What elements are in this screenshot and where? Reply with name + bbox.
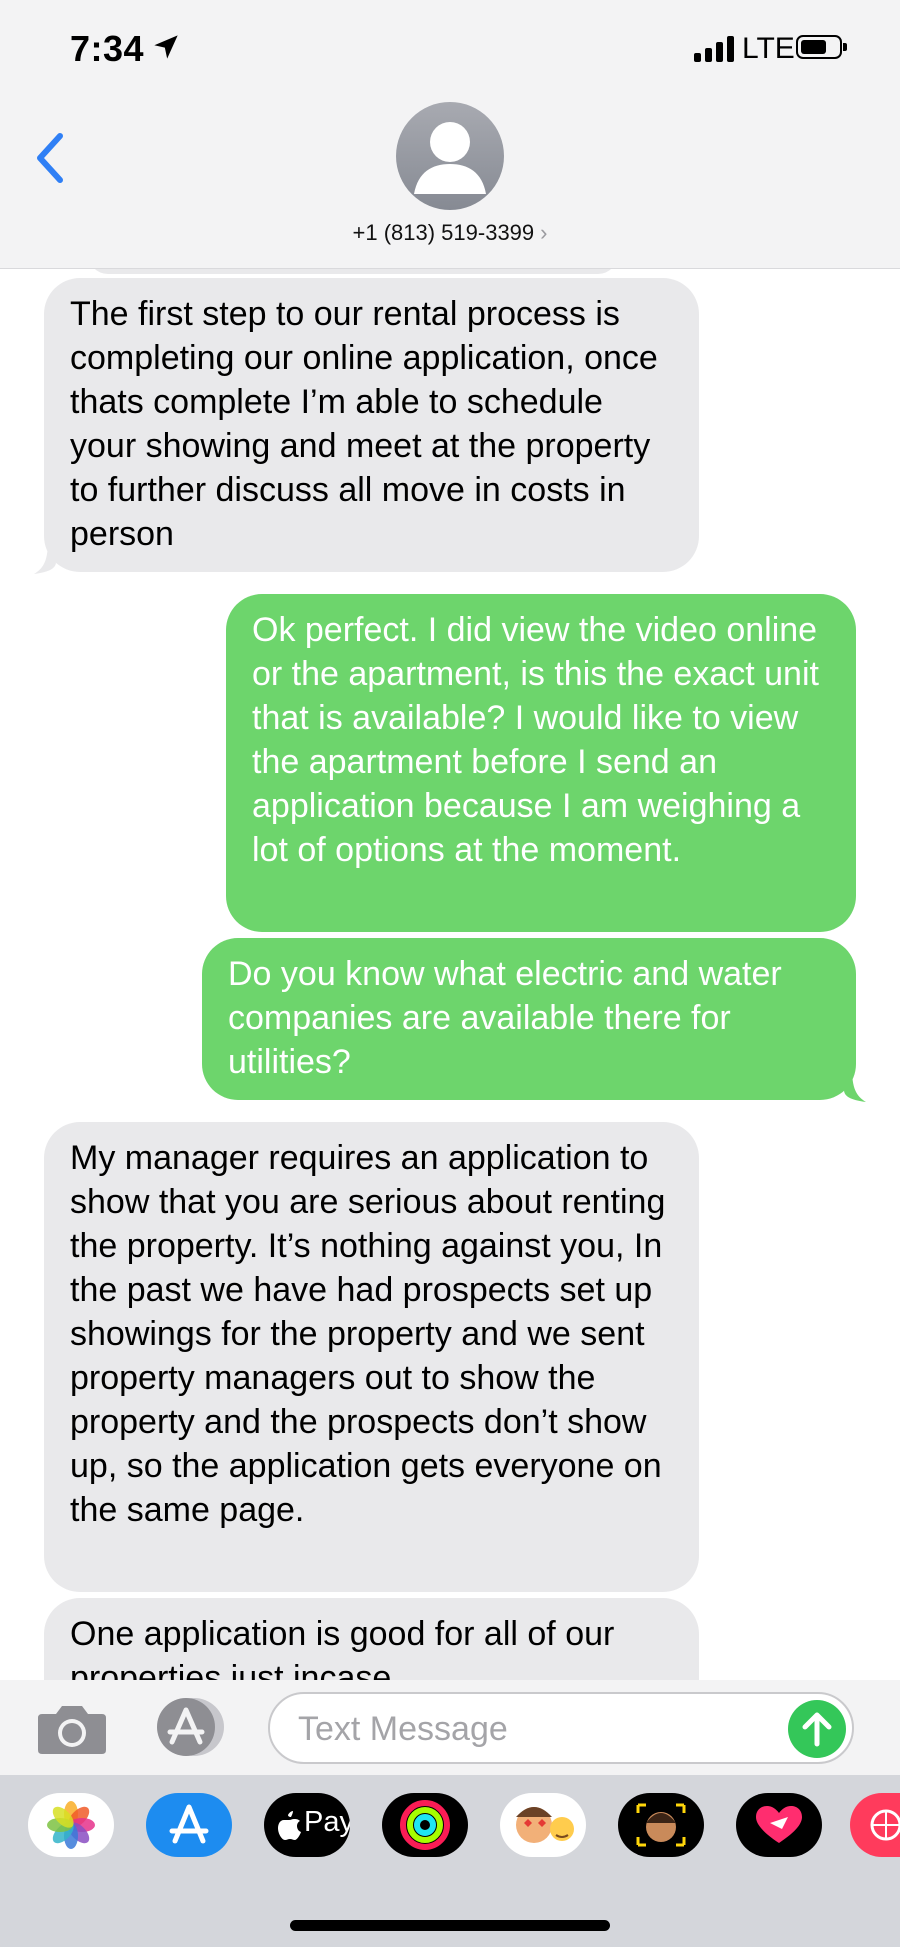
app-store-icon	[157, 1698, 224, 1756]
cellular-signal-icon	[694, 34, 734, 62]
apple-pay-label: Pay	[304, 1806, 350, 1838]
message-text: The first step to our rental process is …	[70, 295, 658, 553]
location-arrow-icon	[154, 35, 178, 59]
network-type: LTE	[742, 32, 795, 65]
app-drawer: Pay	[0, 1775, 900, 1947]
message-thread[interactable]: The first step to our rental process is …	[0, 268, 900, 1680]
incoming-message[interactable]: My manager requires an application to sh…	[44, 1122, 699, 1592]
battery-icon	[796, 35, 847, 59]
heart-icon	[756, 1806, 802, 1843]
compose-bar	[0, 1680, 900, 1775]
chevron-right-icon: ›	[540, 220, 548, 245]
outgoing-message[interactable]: Ok perfect. I did view the video online …	[226, 594, 856, 932]
bubble-tail	[844, 1068, 866, 1102]
bubble-tail	[34, 540, 56, 574]
apple-pay-app-button[interactable]: Pay	[264, 1793, 350, 1857]
contact-number: +1 (813) 519-3399	[352, 220, 535, 245]
memoji-app-button[interactable]	[618, 1793, 704, 1857]
camera-icon	[38, 1706, 106, 1754]
activity-rings-icon	[400, 1800, 450, 1850]
message-text: Ok perfect. I did view the video online …	[252, 611, 819, 869]
message-text: My manager requires an application to sh…	[70, 1139, 666, 1529]
memoji-stickers-icon	[516, 1807, 574, 1843]
camera-button[interactable]	[36, 1700, 108, 1756]
incoming-message[interactable]: The first step to our rental process is …	[44, 278, 699, 572]
back-button[interactable]	[30, 128, 70, 188]
outgoing-message[interactable]: Do you know what electric and water comp…	[202, 938, 856, 1100]
contact-name-button[interactable]: +1 (813) 519-3399 ›	[0, 220, 900, 246]
message-field[interactable]	[268, 1692, 854, 1764]
person-icon	[414, 122, 486, 194]
message-input[interactable]	[296, 1706, 770, 1752]
incoming-message[interactable]: One application is good for all of our p…	[44, 1598, 699, 1680]
digital-touch-app-button[interactable]	[850, 1793, 900, 1857]
heart-sticker-app-button[interactable]	[736, 1793, 822, 1857]
chevron-left-icon	[37, 133, 63, 183]
navigation-header: 7:34 LTE +1 (813) 519-3399 ›	[0, 0, 900, 269]
app-store-icon	[169, 1804, 209, 1844]
app-store-app-button[interactable]	[146, 1793, 232, 1857]
contact-avatar[interactable]	[396, 102, 504, 210]
message-text: One application is good for all of our p…	[70, 1615, 615, 1680]
arrow-up-icon	[802, 1712, 832, 1747]
memoji-icon	[636, 1803, 686, 1847]
status-time: 7:34	[70, 28, 145, 69]
message-text: Do you know what electric and water comp…	[228, 955, 782, 1081]
activity-app-button[interactable]	[382, 1793, 468, 1857]
home-indicator[interactable]	[290, 1920, 610, 1931]
send-button[interactable]	[788, 1700, 846, 1758]
digital-touch-icon	[870, 1809, 900, 1841]
memoji-stickers-app-button[interactable]	[500, 1793, 586, 1857]
photos-app-button[interactable]	[28, 1793, 114, 1857]
photos-icon	[47, 1801, 95, 1849]
apps-button[interactable]	[150, 1696, 232, 1758]
